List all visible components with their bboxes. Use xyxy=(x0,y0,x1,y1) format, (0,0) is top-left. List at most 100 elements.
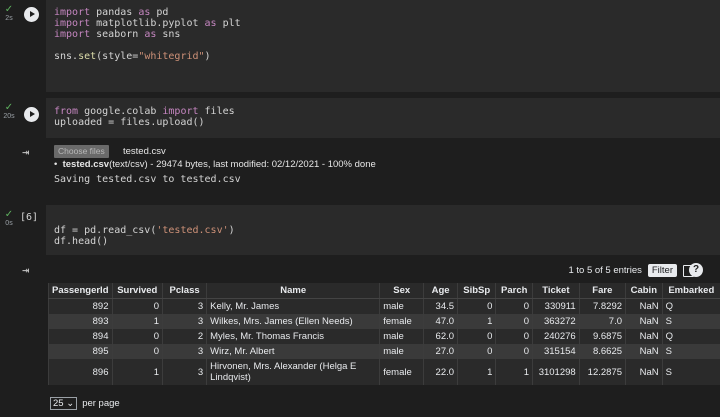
table-row: 892 0 3 Kelly, Mr. James male 34.5 0 0 330911 7.8… xyxy=(48,298,720,314)
table-cell: 893 xyxy=(48,314,112,329)
column-header-name[interactable]: Name xyxy=(206,283,380,299)
per-page-select[interactable]: 25 ⌄ xyxy=(50,397,78,410)
table-cell: 0 xyxy=(111,329,163,344)
table-cell: NaN xyxy=(625,314,663,329)
table-cell: NaN xyxy=(625,344,663,359)
table-cell: 0 xyxy=(457,329,496,344)
table-cell: 0 xyxy=(495,298,533,314)
output-toggle-icon[interactable]: ⇥ xyxy=(22,146,40,158)
table-cell: Wilkes, Mrs. James (Ellen Needs) xyxy=(206,314,380,329)
table-cell: 892 xyxy=(48,298,112,314)
table-cell: Q xyxy=(661,329,720,344)
table-cell: 3 xyxy=(162,314,207,329)
table-cell: 1 xyxy=(457,359,496,385)
column-header-ticket[interactable]: Ticket xyxy=(532,283,580,299)
table-cell: S xyxy=(661,359,720,385)
check-icon: ✓ xyxy=(4,4,14,15)
table-cell: male xyxy=(379,329,424,344)
table-cell: male xyxy=(379,344,424,359)
table-cell: 7.8292 xyxy=(578,298,626,314)
column-header-parch[interactable]: Parch xyxy=(495,283,533,299)
code-editor[interactable]: import pandas as pd import matplotlib.py… xyxy=(46,0,720,92)
code-editor[interactable]: df = pd.read_csv('tested.csv') df.head() xyxy=(46,205,720,255)
check-icon: ✓ xyxy=(4,102,14,113)
exec-time: 20s xyxy=(3,113,15,120)
code-text[interactable]: df = pd.read_csv('tested.csv') df.head() xyxy=(54,225,235,247)
table-cell: Wirz, Mr. Albert xyxy=(206,344,380,359)
column-header-cabin[interactable]: Cabin xyxy=(625,283,663,299)
table-row: 896 1 3 Hirvonen, Mrs. Alexander (Helga E L… xyxy=(48,359,720,385)
column-header-pclass[interactable]: Pclass xyxy=(162,283,207,299)
table-cell: 330911 xyxy=(532,298,580,314)
filter-button[interactable]: Filter xyxy=(647,264,677,277)
table-cell: Myles, Mr. Thomas Francis xyxy=(206,329,380,344)
saving-output: Saving tested.csv to tested.csv xyxy=(54,174,241,185)
table-cell: male xyxy=(379,298,424,314)
table-cell: 8.6625 xyxy=(578,344,626,359)
table-row: 895 0 3 Wirz, Mr. Albert male 27.0 0 0 315154 8.6… xyxy=(48,344,720,359)
output-toggle-icon[interactable]: ⇥ xyxy=(22,264,40,276)
cell-status: ✓ 0s xyxy=(0,209,18,228)
table-cell: 895 xyxy=(48,344,112,359)
table-row: 894 0 2 Myles, Mr. Thomas Francis male 62.0 0 0… xyxy=(48,329,720,344)
table-cell: 0 xyxy=(457,344,496,359)
table-cell: 0 xyxy=(111,298,163,314)
table-cell: 315154 xyxy=(532,344,580,359)
column-header-fare[interactable]: Fare xyxy=(578,283,626,299)
table-cell: 0 xyxy=(495,314,533,329)
execution-count: [6] xyxy=(20,212,39,223)
run-cell-button[interactable] xyxy=(24,7,39,22)
run-cell-button[interactable] xyxy=(24,107,39,122)
table-cell: 12.2875 xyxy=(578,359,626,385)
table-cell: 0 xyxy=(457,298,496,314)
table-cell: 2 xyxy=(162,329,207,344)
table-body: 892 0 3 Kelly, Mr. James male 34.5 0 0 330911 7.8… xyxy=(48,298,720,385)
table-cell: 1 xyxy=(111,359,163,385)
table-cell: 9.6875 xyxy=(578,329,626,344)
table-cell: 47.0 xyxy=(423,314,458,329)
table-cell: 7.0 xyxy=(578,314,626,329)
table-header-row: PassengerId Survived Pclass Name Sex Age SibSp… xyxy=(48,283,720,299)
cell-status: ✓ 20s xyxy=(0,102,18,121)
help-icon[interactable]: ? xyxy=(689,263,703,277)
code-editor[interactable]: from google.colab import files uploaded … xyxy=(46,98,720,138)
upload-status: • tested.csv(text/csv) - 29474 bytes, la… xyxy=(54,159,376,170)
table-cell: 363272 xyxy=(532,314,580,329)
code-cell-2: ✓ 20s from google.colab import files upl… xyxy=(0,98,720,138)
table-cell: 3 xyxy=(162,344,207,359)
pagination: 25 ⌄ per page xyxy=(50,397,120,410)
column-header-sex[interactable]: Sex xyxy=(379,283,424,299)
column-header-age[interactable]: Age xyxy=(423,283,458,299)
table-cell: S xyxy=(661,314,720,329)
table-cell: 62.0 xyxy=(423,329,458,344)
check-icon: ✓ xyxy=(4,209,14,220)
cell-status: ✓ 2s xyxy=(0,4,18,23)
table-cell: 240276 xyxy=(532,329,580,344)
column-header-passengerid[interactable]: PassengerId xyxy=(48,283,112,299)
table-cell: 896 xyxy=(48,359,112,385)
table-cell: 894 xyxy=(48,329,112,344)
table-cell: 22.0 xyxy=(423,359,458,385)
column-header-sibsp[interactable]: SibSp xyxy=(457,283,496,299)
column-header-survived[interactable]: Survived xyxy=(111,283,163,299)
choose-files-button[interactable]: Choose files xyxy=(54,145,109,158)
table-row: 893 1 3 Wilkes, Mrs. James (Ellen Needs) fem… xyxy=(48,314,720,329)
entries-count: 1 to 5 of 5 entries xyxy=(568,265,642,276)
table-cell: 3 xyxy=(162,359,207,385)
table-cell: 0 xyxy=(111,344,163,359)
table-cell: S xyxy=(661,344,720,359)
table-cell: NaN xyxy=(625,359,663,385)
table-cell: 1 xyxy=(457,314,496,329)
chevron-down-icon: ⌄ xyxy=(66,398,75,409)
table-cell: 3101298 xyxy=(532,359,580,385)
table-cell: 0 xyxy=(495,344,533,359)
table-cell: female xyxy=(379,314,424,329)
table-cell: Hirvonen, Mrs. Alexander (Helga E Lindqv… xyxy=(206,359,380,385)
table-cell: female xyxy=(379,359,424,385)
code-text[interactable]: import pandas as pd import matplotlib.py… xyxy=(54,7,241,62)
table-cell: 1 xyxy=(495,359,533,385)
table-cell: NaN xyxy=(625,329,663,344)
dataframe-table: PassengerId Survived Pclass Name Sex Age SibSp… xyxy=(48,283,720,385)
code-text[interactable]: from google.colab import files uploaded … xyxy=(54,106,235,128)
column-header-embarked[interactable]: Embarked xyxy=(661,283,720,299)
